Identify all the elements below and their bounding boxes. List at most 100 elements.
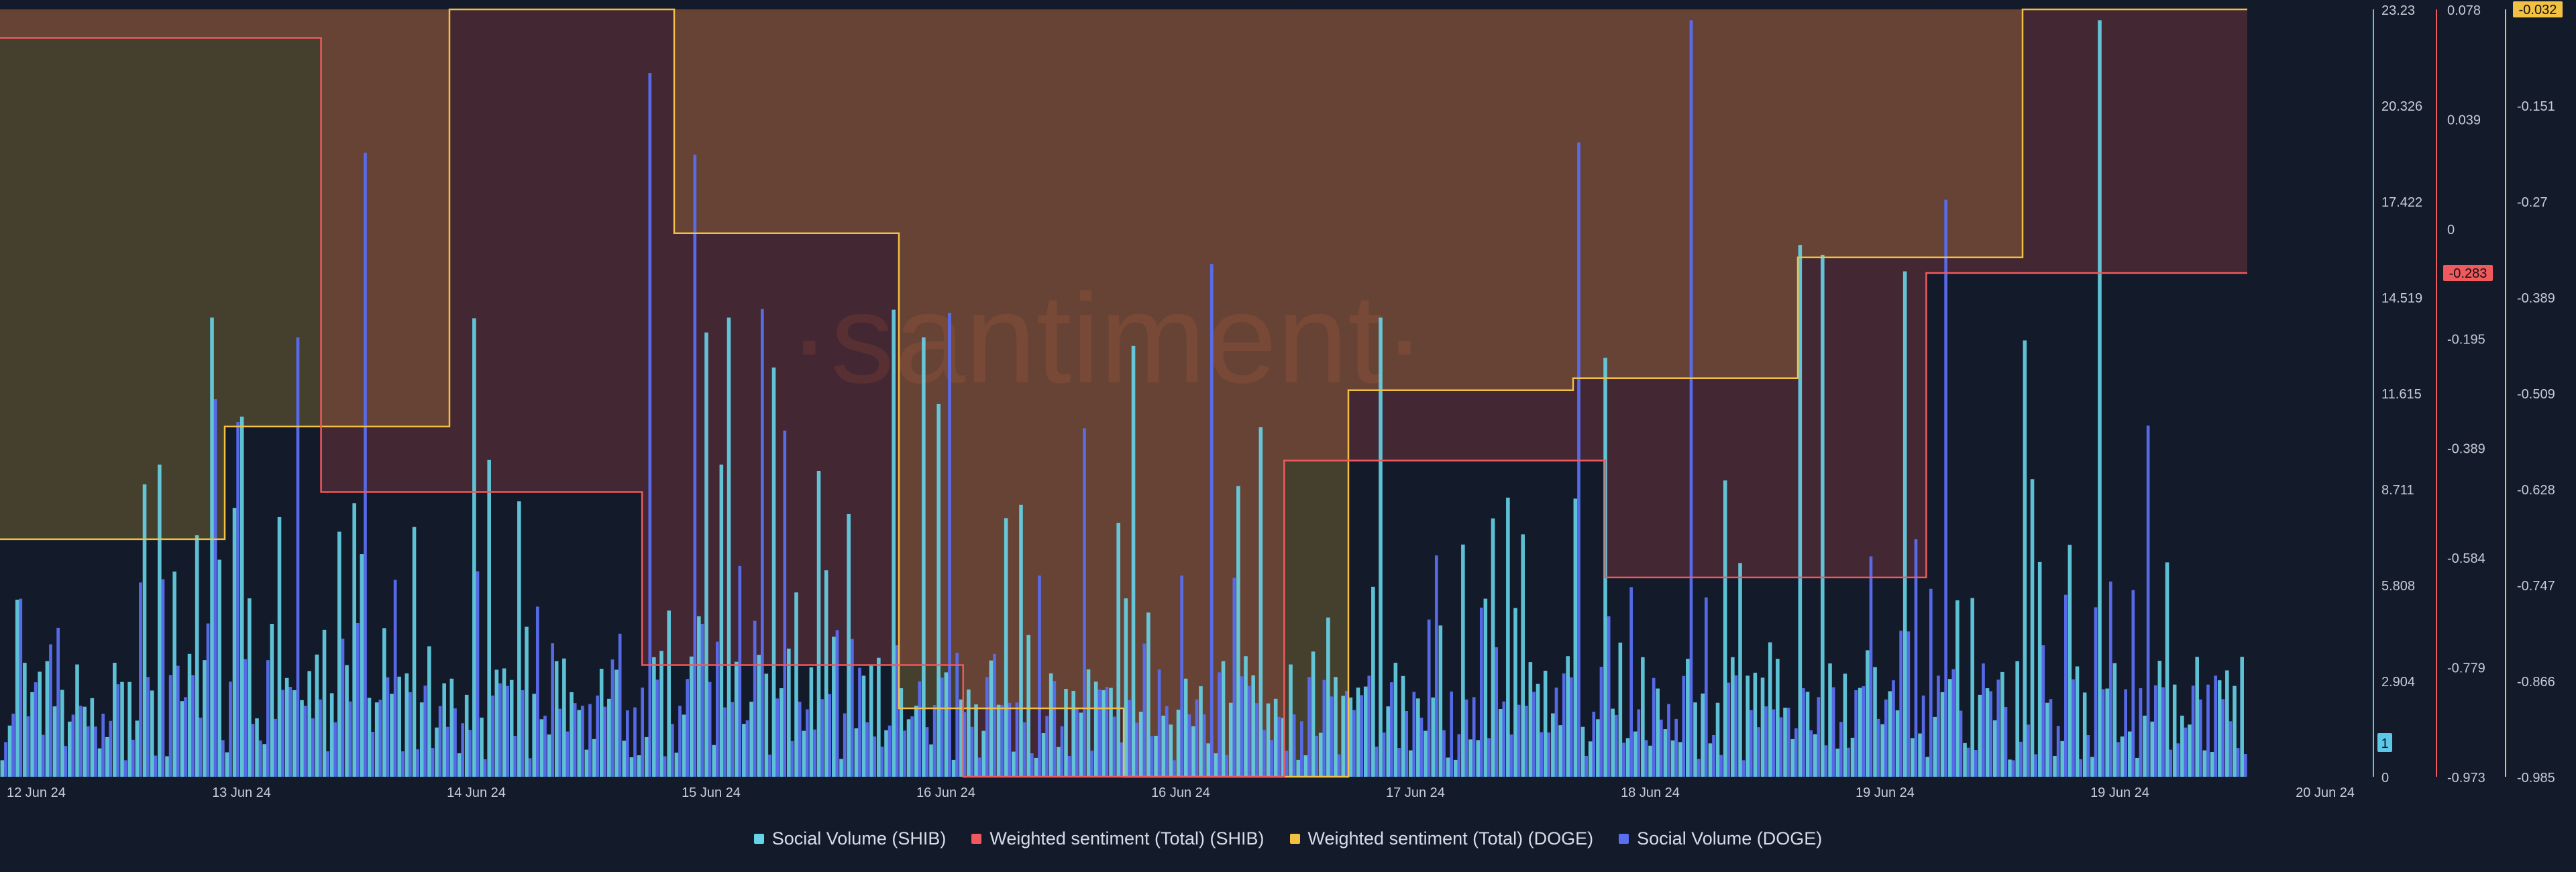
shib-volume-bar [1835, 749, 1839, 777]
sentiment_doge-tick-label: -0.389 [2517, 291, 2555, 306]
doge-volume-bar [1592, 711, 1596, 777]
doge-volume-bar [2153, 685, 2157, 777]
doge-volume-bar [2198, 699, 2202, 777]
shib-volume-bar [158, 464, 162, 777]
shib-volume-bar [936, 404, 941, 777]
doge-volume-bar [2056, 726, 2060, 777]
legend-label-shib-sentiment: Weighted sentiment (Total) (SHIB) [989, 828, 1265, 849]
doge-volume-bar [610, 659, 614, 777]
legend-item-shib-volume[interactable]: Social Volume (SHIB) [753, 828, 946, 849]
sentiment_doge-tick-label: -0.866 [2517, 675, 2555, 690]
shib-volume-bar [1798, 245, 1803, 777]
doge-volume-bar [1135, 722, 1138, 777]
shib-volume-bar [1161, 715, 1165, 777]
shib-volume-bar [2157, 661, 2162, 777]
doge-volume-bar [2011, 760, 2015, 777]
shib-volume-bar [719, 464, 724, 777]
shib-volume-bar [1334, 677, 1338, 777]
shib-volume-bar [90, 698, 95, 777]
doge-volume-bar [1734, 675, 1738, 777]
shib-volume-bar [614, 669, 619, 777]
shib-volume-bar [1266, 703, 1271, 777]
doge-volume-bar [2027, 724, 2030, 777]
doge-volume-bar [56, 627, 60, 777]
sentiment_shib-tick-label: 0 [2447, 223, 2455, 237]
shib-volume-bar [1596, 719, 1600, 777]
doge-volume-bar [1764, 706, 1768, 777]
shib-volume-bar [629, 757, 634, 777]
doge-volume-bar [1599, 667, 1603, 777]
doge-volume-bar [1150, 736, 1154, 777]
sentiment_shib-tick-label: 0.078 [2447, 3, 2481, 18]
doge-volume-bar [678, 706, 682, 777]
shib-volume-bar [1468, 739, 1472, 777]
shib-volume-bar [277, 516, 282, 777]
shib-volume-bar [172, 571, 176, 777]
shib-volume-bar [562, 658, 566, 777]
shib-volume-bar [1236, 486, 1240, 777]
shib-volume-bar [974, 704, 978, 777]
shib-volume-bar [142, 484, 147, 777]
shib-volume-bar [2090, 757, 2094, 777]
shib-volume-bar [2082, 692, 2087, 777]
shib-volume-bar [697, 616, 701, 777]
doge-volume-bar [229, 682, 232, 777]
shib-volume-bar [30, 692, 34, 777]
doge-volume-bar [2063, 594, 2068, 777]
shib-volume-bar [1341, 696, 1345, 777]
doge-volume-bar [1187, 714, 1191, 777]
doge-volume-bar [2019, 741, 2023, 777]
shib-volume-bar [577, 710, 581, 777]
shib-volume-bar [1228, 702, 1233, 777]
shib-volume-bar [1940, 692, 1945, 777]
doge-volume-bar [498, 683, 502, 777]
shib-sentiment-fill [321, 9, 643, 492]
shib-volume-bar [1686, 659, 1690, 777]
doge-volume-bar [296, 337, 300, 777]
shib-volume-bar [1641, 657, 1645, 777]
doge-volume-bar [655, 679, 659, 777]
shib-volume-bar [1933, 716, 1937, 777]
shib-volume-bar [165, 756, 169, 777]
shib-volume-bar [113, 663, 117, 777]
sentiment_shib-tick-label: -0.584 [2447, 551, 2485, 566]
doge-volume-bar [618, 633, 622, 777]
shib-volume-bar [967, 689, 971, 777]
shib-volume-bar [1580, 726, 1585, 777]
doge-volume-bar [1322, 679, 1326, 777]
shib-volume-bar [1498, 709, 1503, 777]
shib-volume-bar [225, 752, 229, 777]
doge-volume-bar [213, 399, 217, 777]
shib-volume-bar [1026, 635, 1030, 777]
doge-volume-bar [1202, 714, 1206, 777]
x-tick-label: 14 Jun 24 [447, 785, 506, 800]
shib-volume-bar [270, 623, 274, 777]
shib-volume-bar [442, 683, 446, 777]
shib-volume-bar [1588, 741, 1593, 777]
shib-volume-bar [1513, 608, 1517, 777]
count-badge[interactable]: 1 [2381, 737, 2388, 751]
doge-volume-bar [1337, 754, 1341, 777]
shib-volume-bar [315, 654, 319, 777]
shib-volume-bar [255, 718, 259, 777]
shib-volume-bar [2202, 750, 2207, 777]
sentiment_shib-tick-label: 0.039 [2447, 113, 2481, 127]
legend-item-shib-sentiment[interactable]: Weighted sentiment (Total) (SHIB) [971, 828, 1265, 849]
volume-tick-label: 5.808 [2381, 579, 2415, 594]
doge-volume-bar [2139, 688, 2143, 777]
shib-volume-bar [382, 628, 386, 777]
doge-volume-bar [19, 598, 23, 777]
shib-volume-bar [637, 755, 641, 777]
shib-sentiment-fill [642, 9, 963, 665]
legend-item-doge-sentiment[interactable]: Weighted sentiment (Total) (DOGE) [1289, 828, 1593, 849]
shib-volume-bar [1251, 675, 1255, 777]
legend-item-doge-volume[interactable]: Social Volume (DOGE) [1619, 828, 1822, 849]
shib-volume-bar [210, 317, 214, 777]
doge-volume-bar [1907, 631, 1911, 777]
shib-volume-bar [374, 702, 379, 777]
doge-volume-bar [1540, 732, 1543, 777]
doge-volume-bar [2229, 721, 2233, 777]
doge-volume-bar [1263, 730, 1266, 777]
shib-volume-bar [412, 527, 417, 777]
shib-volume-bar [899, 688, 904, 777]
